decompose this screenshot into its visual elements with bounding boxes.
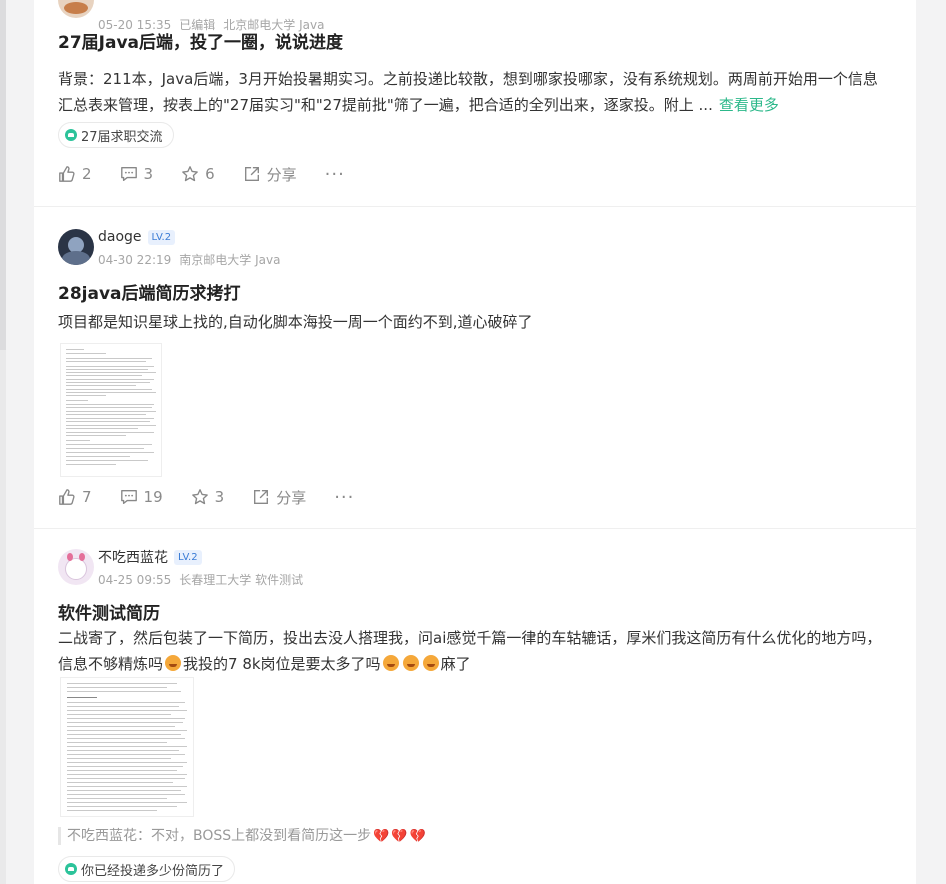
emoji-icon <box>382 655 399 671</box>
level-badge: LV.2 <box>147 229 176 245</box>
share-icon <box>244 167 259 181</box>
post-time: 04-25 09:55 <box>98 573 172 587</box>
level-badge: LV.2 <box>174 549 202 565</box>
favorite-button[interactable]: 6 <box>181 165 215 183</box>
resume-image-thumbnail[interactable] <box>60 343 162 477</box>
share-label: 分享 <box>266 165 297 184</box>
post-title[interactable]: 软件测试简历 <box>58 599 160 624</box>
left-scroll-thumb[interactable] <box>0 0 6 350</box>
star-icon <box>191 489 208 505</box>
like-button[interactable]: 2 <box>58 165 92 183</box>
favorite-count: 3 <box>214 488 225 506</box>
see-more-link[interactable]: 查看更多 <box>719 96 779 114</box>
topic-tag-label: 27届求职交流 <box>81 129 163 145</box>
broken-heart-icon: 💔 <box>391 829 408 844</box>
favorite-button[interactable]: 3 <box>191 488 225 506</box>
comment-count: 3 <box>143 165 154 183</box>
comment-button[interactable]: 3 <box>120 165 154 183</box>
comment-icon <box>120 490 137 504</box>
resume-image-thumbnail[interactable] <box>60 677 194 817</box>
share-icon <box>254 490 269 504</box>
favorite-count: 6 <box>205 165 215 183</box>
thumbs-up-icon <box>59 489 75 505</box>
comment-icon <box>120 167 137 181</box>
share-button[interactable]: 分享 <box>243 164 297 185</box>
emoji-icon <box>422 655 439 671</box>
like-count: 2 <box>82 165 92 183</box>
post-meta: 04-30 22:19 南京邮电大学 Java <box>98 251 280 268</box>
post-body-text-2: 我投的7 8k岗位是要太多了吗 <box>183 655 381 673</box>
post-card[interactable]: 05-20 15:35 已编辑 北京邮电大学 Java 27届Java后端，投了一圈… <box>34 0 916 206</box>
post-feed: 05-20 15:35 已编辑 北京邮电大学 Java 27届Java后端，投了一圈… <box>34 0 916 884</box>
post-title[interactable]: 27届Java后端，投了一圈，说说进度 <box>58 28 343 53</box>
post-body[interactable]: 背景：211本，Java后端，3月开始投暑期实习。之前投递比较散，想到哪家投哪家… <box>58 66 890 118</box>
post-body-text-3: 麻了 <box>440 655 471 673</box>
avatar[interactable] <box>58 0 94 18</box>
post-meta: 04-25 09:55 长春理工大学 软件测试 <box>98 571 303 588</box>
like-button[interactable]: 7 <box>58 488 92 506</box>
top-comment[interactable]: 不吃西蓝花：不对，BOSS上都没到看简历这一步 💔 💔 💔 <box>58 827 426 845</box>
post-actions: 7 19 3 分享 ··· <box>58 483 382 511</box>
broken-heart-icon: 💔 <box>409 829 426 844</box>
post-card[interactable]: daoge LV.2 04-30 22:19 南京邮电大学 Java 28java… <box>34 206 916 528</box>
emoji-icon <box>165 655 182 671</box>
emoji-icon <box>402 655 419 671</box>
author-row: daoge LV.2 <box>98 227 176 247</box>
post-body[interactable]: 二战寄了，然后包装了一下简历，投出去没人搭理我，问ai感觉千篇一律的车轱辘话，厚… <box>58 625 890 677</box>
avatar[interactable] <box>58 229 94 265</box>
author-name[interactable]: 不吃西蓝花 <box>98 547 168 567</box>
topic-tag-label: 你已经投递多少份简历了 <box>81 863 225 879</box>
comment-text: 不对，BOSS上都没到看简历这一步 <box>151 828 372 844</box>
more-options-button[interactable]: ··· <box>325 164 345 185</box>
comment-count: 19 <box>143 488 163 506</box>
school-label: 南京邮电大学 Java <box>179 253 281 267</box>
author-row: 不吃西蓝花 LV.2 <box>98 547 202 567</box>
more-options-button[interactable]: ··· <box>334 487 354 508</box>
broken-heart-icon: 💔 <box>373 829 390 844</box>
author-name[interactable]: daoge <box>98 229 142 245</box>
topic-icon <box>65 129 77 141</box>
topic-tag[interactable]: 27届求职交流 <box>58 122 174 148</box>
topic-tag[interactable]: 你已经投递多少份简历了 <box>58 856 236 882</box>
share-label: 分享 <box>276 488 307 507</box>
post-card[interactable]: 不吃西蓝花 LV.2 04-25 09:55 长春理工大学 软件测试 软件测试简历… <box>34 528 916 884</box>
post-time: 04-30 22:19 <box>98 253 172 267</box>
post-title[interactable]: 28java后端简历求拷打 <box>58 279 241 304</box>
post-body[interactable]: 项目都是知识星球上找的,自动化脚本海投一周一个面约不到,道心破碎了 <box>58 309 533 335</box>
left-scroll-strip <box>0 0 6 884</box>
comment-author: 不吃西蓝花 <box>67 828 137 844</box>
school-label: 长春理工大学 软件测试 <box>179 573 304 587</box>
post-actions: 2 3 6 分享 ··· <box>58 160 373 188</box>
topic-icon <box>65 863 77 875</box>
thumbs-up-icon <box>59 166 75 182</box>
star-icon <box>182 166 198 182</box>
avatar[interactable] <box>58 549 94 585</box>
comment-button[interactable]: 19 <box>120 488 163 506</box>
share-button[interactable]: 分享 <box>252 487 306 508</box>
like-count: 7 <box>82 488 92 506</box>
